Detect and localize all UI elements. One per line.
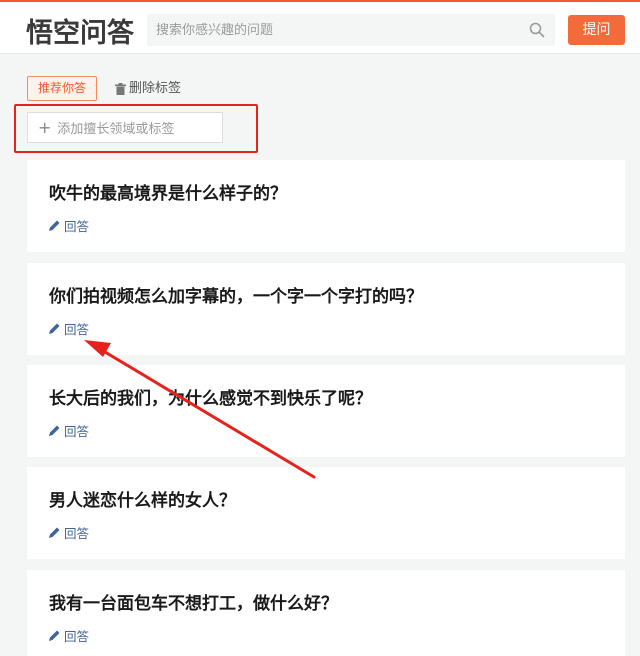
recommend-tag[interactable]: 推荐你答 <box>27 76 97 101</box>
question-card: 吹牛的最高境界是什么样子的？ 回答 <box>27 160 625 252</box>
trash-icon <box>115 83 126 95</box>
search-box[interactable] <box>147 14 555 46</box>
answer-label: 回答 <box>64 424 90 439</box>
answer-button[interactable]: 回答 <box>49 216 89 235</box>
question-title[interactable]: 我有一台面包车不想打工，做什么好？ <box>49 589 338 614</box>
answer-label: 回答 <box>64 629 90 644</box>
question-card: 男人迷恋什么样的女人？ 回答 <box>27 467 625 559</box>
pencil-icon <box>49 323 60 334</box>
pencil-icon <box>49 425 60 436</box>
question-title[interactable]: 长大后的我们，为什么感觉不到快乐了呢？ <box>49 384 372 409</box>
pencil-icon <box>49 220 60 231</box>
logo[interactable]: 悟空问答 <box>26 11 134 50</box>
pencil-icon <box>49 527 60 538</box>
answer-button[interactable]: 回答 <box>49 421 89 440</box>
question-card: 长大后的我们，为什么感觉不到快乐了呢？ 回答 <box>27 365 625 457</box>
answer-button[interactable]: 回答 <box>49 626 89 645</box>
question-card: 你们拍视频怎么加字幕的，一个字一个字打的吗？ 回答 <box>27 263 625 355</box>
answer-button[interactable]: 回答 <box>49 523 89 542</box>
answer-label: 回答 <box>64 526 90 541</box>
question-title[interactable]: 吹牛的最高境界是什么样子的？ <box>49 179 287 204</box>
question-title[interactable]: 你们拍视频怎么加字幕的，一个字一个字打的吗？ <box>49 282 423 307</box>
question-title[interactable]: 男人迷恋什么样的女人？ <box>49 486 236 511</box>
search-input[interactable] <box>147 14 517 46</box>
pencil-icon <box>49 630 60 641</box>
annotation-highlight-box <box>14 104 258 153</box>
answer-label: 回答 <box>64 219 90 234</box>
question-card: 我有一台面包车不想打工，做什么好？ 回答 <box>27 570 625 656</box>
ask-question-button[interactable]: 提问 <box>568 15 625 45</box>
search-icon[interactable] <box>529 22 545 38</box>
top-bar: 悟空问答 提问 <box>0 0 640 54</box>
answer-button[interactable]: 回答 <box>49 319 89 338</box>
delete-tag-button[interactable]: 删除标签 <box>115 80 181 98</box>
delete-tag-label: 删除标签 <box>129 81 182 96</box>
answer-label: 回答 <box>64 322 90 337</box>
